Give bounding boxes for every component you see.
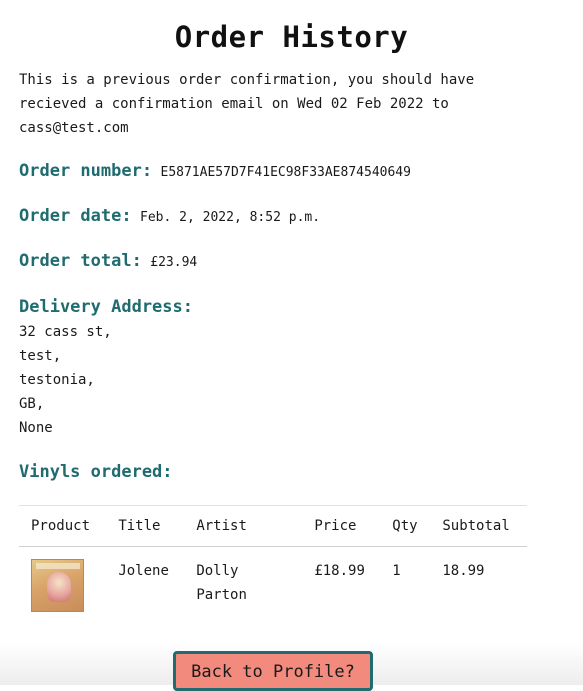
order-date-label: Order date: [19, 206, 132, 226]
artist-cell: Dolly Parton [196, 563, 247, 603]
table-row: Jolene Dolly Parton £18.99 1 18.99 [19, 547, 527, 621]
order-total-value: £23.94 [150, 255, 198, 270]
page-title: Order History [174, 20, 409, 54]
column-header-product: Product [19, 505, 107, 547]
confirmation-intro: This is a previous order confirmation, y… [19, 72, 475, 136]
delivery-address: 32 cass st, test, testonia, GB, None [19, 320, 564, 440]
address-line: testonia, [19, 372, 95, 388]
album-cover-image[interactable] [31, 559, 84, 612]
column-header-price: Price [302, 505, 381, 547]
product-cell [19, 547, 106, 621]
order-number-label: Order number: [19, 161, 153, 181]
address-line: test, [19, 348, 62, 364]
qty-cell: 1 [392, 563, 401, 579]
table-header-row: Product Title Artist Price Qty Subtotal [19, 505, 527, 547]
order-date-row: Order date: Feb. 2, 2022, 8:52 p.m. [19, 204, 564, 230]
subtotal-cell: 18.99 [442, 563, 485, 579]
delivery-address-heading: Delivery Address: [19, 297, 193, 317]
column-header-qty: Qty [380, 505, 431, 547]
order-number-value: E5871AE57D7F41EC98F33AE874540649 [160, 165, 411, 180]
orders-table: Product Title Artist Price Qty Subtotal … [19, 505, 527, 620]
column-header-subtotal: Subtotal [430, 505, 527, 547]
column-header-artist: Artist [184, 505, 303, 547]
order-history-page: Order History This is a previous order c… [0, 0, 583, 620]
order-total-label: Order total: [19, 251, 142, 271]
address-line: None [19, 420, 53, 436]
address-line: 32 cass st, [19, 324, 112, 340]
order-number-row: Order number: E5871AE57D7F41EC98F33AE874… [19, 159, 564, 185]
column-header-title: Title [106, 505, 185, 547]
vinyls-ordered-heading: Vinyls ordered: [19, 462, 173, 482]
order-date-value: Feb. 2, 2022, 8:52 p.m. [140, 210, 321, 225]
address-line: GB, [19, 396, 45, 412]
title-cell: Jolene [118, 563, 169, 579]
cover-title-strip [36, 563, 80, 569]
cover-portrait [47, 572, 71, 602]
price-cell: £18.99 [314, 563, 365, 579]
back-to-profile-button[interactable]: Back to Profile? [173, 651, 373, 691]
order-total-row: Order total: £23.94 [19, 249, 564, 275]
